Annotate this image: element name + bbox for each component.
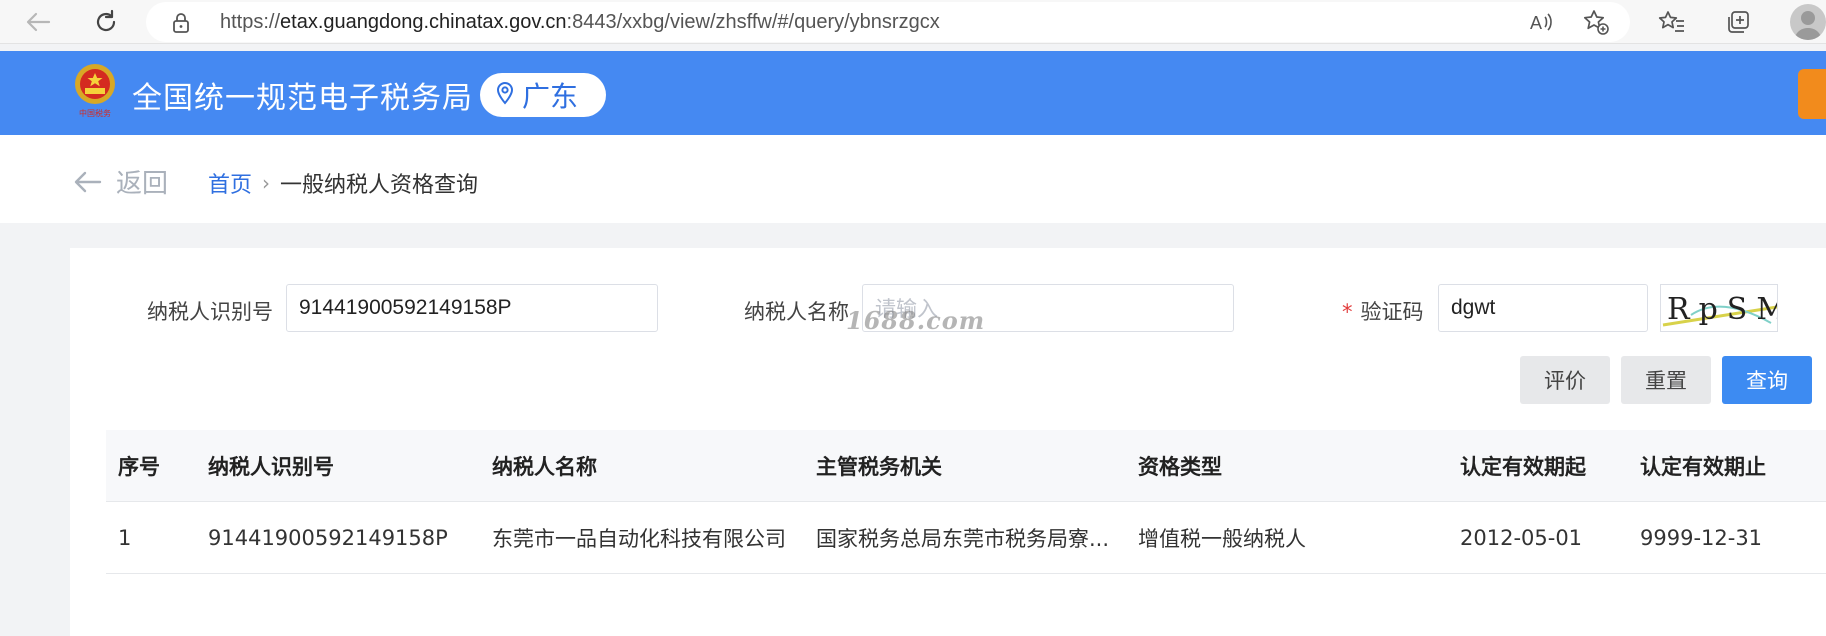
- table-cell: 国家税务总局东莞市税务局寮...: [816, 527, 1110, 551]
- refresh-icon[interactable]: [90, 6, 122, 38]
- back-button[interactable]: 返回: [74, 163, 168, 200]
- captcha-text: RpSM: [1667, 292, 1778, 327]
- add-favorite-icon[interactable]: [1580, 6, 1612, 38]
- region-label: 广东: [522, 80, 579, 113]
- breadcrumb: 首页 › 一般纳税人资格查询: [208, 167, 478, 199]
- table-cell: 东莞市一品自动化科技有限公司: [492, 527, 786, 551]
- captcha-image[interactable]: RpSM: [1660, 284, 1778, 332]
- emblem-caption: 中国税务: [79, 108, 111, 118]
- table-cell: 2012-05-01: [1460, 526, 1583, 550]
- breadcrumb-bar: 返回 首页 › 一般纳税人资格查询: [0, 135, 1826, 223]
- read-aloud-icon[interactable]: A: [1526, 6, 1558, 38]
- collections-icon[interactable]: [1722, 6, 1754, 38]
- captcha-label-text: 验证码: [1360, 300, 1424, 324]
- taxpayer-id-input[interactable]: 91441900592149158P: [286, 284, 658, 332]
- query-button[interactable]: 查询: [1722, 356, 1812, 404]
- table-cell: 91441900592149158P: [208, 526, 448, 550]
- favorites-icon[interactable]: [1656, 6, 1688, 38]
- location-pin-icon: [496, 81, 514, 109]
- arrow-left-icon: [74, 171, 102, 192]
- watermark: 1688.com: [846, 306, 986, 335]
- table-row: 1 91441900592149158P 东莞市一品自动化科技有限公司 国家税务总局东…: [106, 502, 1826, 574]
- column-header: 序号: [118, 455, 160, 479]
- url-prefix: https://: [220, 11, 281, 33]
- profile-avatar[interactable]: [1790, 4, 1826, 40]
- column-header: 纳税人名称: [492, 455, 597, 479]
- table-cell: 增值税一般纳税人: [1138, 527, 1306, 551]
- column-header: 纳税人识别号: [208, 455, 334, 479]
- breadcrumb-current: 一般纳税人资格查询: [280, 173, 479, 198]
- required-mark: *: [1342, 300, 1353, 324]
- evaluate-button[interactable]: 评价: [1520, 356, 1610, 404]
- back-label: 返回: [116, 169, 169, 199]
- table-header: 序号 纳税人识别号 纳税人名称 主管税务机关 资格类型 认定有效期起 认定有效期止: [106, 430, 1826, 502]
- table-body: 1 91441900592149158P 东莞市一品自动化科技有限公司 国家税务总局东…: [106, 502, 1826, 574]
- table-cell: 9999-12-31: [1640, 526, 1763, 550]
- site-title: 全国统一规范电子税务局: [132, 81, 473, 116]
- breadcrumb-separator: ›: [262, 171, 271, 195]
- taxpayer-name-label: 纳税人名称: [744, 300, 849, 324]
- reset-button[interactable]: 重置: [1621, 356, 1711, 404]
- column-header: 主管税务机关: [816, 455, 942, 479]
- site-header: 中国税务 全国统一规范电子税务局 广东: [0, 51, 1826, 135]
- captcha-label: * 验证码: [1342, 296, 1424, 326]
- column-header: 认定有效期止: [1640, 455, 1766, 479]
- region-selector[interactable]: 广东: [480, 73, 606, 117]
- browser-toolbar: https://etax.guangdong.chinatax.gov.cn:8…: [0, 0, 1826, 44]
- breadcrumb-home-link[interactable]: 首页: [208, 167, 252, 199]
- login-button[interactable]: [1798, 69, 1826, 119]
- results-table: 序号 纳税人识别号 纳税人名称 主管税务机关 资格类型 认定有效期起 认定有效期止 1 914…: [106, 430, 1826, 574]
- column-header: 认定有效期起: [1460, 455, 1586, 479]
- address-bar[interactable]: https://etax.guangdong.chinatax.gov.cn:8…: [146, 2, 1630, 42]
- lock-icon[interactable]: [172, 13, 190, 37]
- url-text[interactable]: https://etax.guangdong.chinatax.gov.cn:8…: [220, 11, 940, 34]
- tax-emblem-logo: 中国税务: [70, 60, 120, 120]
- column-header: 资格类型: [1138, 455, 1222, 479]
- table-cell: 1: [118, 526, 132, 550]
- back-icon[interactable]: [22, 6, 54, 38]
- svg-text:A: A: [1530, 13, 1542, 33]
- taxpayer-id-label: 纳税人识别号: [147, 300, 273, 324]
- url-host: etax.guangdong.chinatax.gov.cn: [280, 11, 567, 33]
- captcha-input[interactable]: dgwt: [1438, 284, 1648, 332]
- url-path: :8443/xxbg/view/zhsffw/#/query/ybnsrzgcx: [566, 11, 940, 33]
